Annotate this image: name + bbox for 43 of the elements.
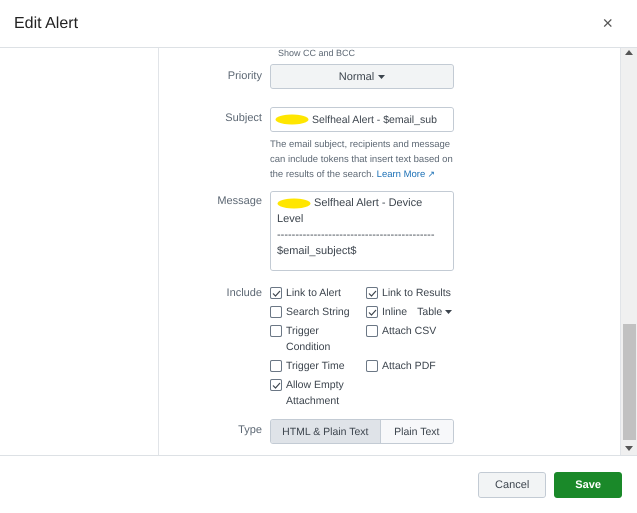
- priority-dropdown[interactable]: Normal: [270, 64, 454, 89]
- checkbox[interactable]: [366, 287, 378, 299]
- type-toggle[interactable]: Plain Text: [380, 420, 453, 443]
- checkbox[interactable]: [366, 325, 378, 337]
- checkbox[interactable]: [270, 325, 282, 337]
- option-label: Trigger Condition: [286, 324, 332, 355]
- field-label: Include: [226, 286, 263, 299]
- caret-icon: [445, 310, 452, 314]
- field-label: Priority: [226, 69, 263, 82]
- subject-input[interactable]: Selfheal Alert - $email_sub: [270, 107, 454, 132]
- option-label: Attach CSV: [382, 324, 436, 339]
- checkbox[interactable]: [270, 287, 282, 299]
- close-button[interactable]: ×: [598, 13, 617, 34]
- option-label: Link to Results: [382, 286, 451, 301]
- option-label: Inline: [382, 305, 408, 320]
- caret-icon: [378, 74, 386, 78]
- message-textarea[interactable]: Selfheal Alert - Device Level ------------------------------------------- $email_subject$: [270, 191, 454, 271]
- learn-more-link[interactable]: Learn More: [376, 169, 426, 180]
- cancel-button[interactable]: Cancel: [478, 472, 546, 498]
- cut-off-text: Show CC and BCC: [278, 48, 356, 58]
- option-label: Allow Empty Attachment: [286, 378, 345, 409]
- checkbox[interactable]: [366, 306, 378, 318]
- scrollbar[interactable]: [621, 48, 637, 455]
- scroll-down-icon[interactable]: [625, 446, 633, 451]
- scroll-thumb[interactable]: [622, 324, 636, 440]
- checkbox[interactable]: [270, 306, 282, 318]
- field-label: Subject: [224, 111, 263, 124]
- checkbox[interactable]: [270, 360, 282, 372]
- format-dropdown[interactable]: Table: [411, 304, 452, 320]
- external-link-icon: ↗: [427, 169, 436, 179]
- option-label: Search String: [286, 305, 350, 320]
- type-toggle[interactable]: HTML & Plain Text: [271, 420, 380, 443]
- field-label: Type: [237, 423, 263, 436]
- field-label: Message: [216, 194, 263, 207]
- option-label: Link to Alert: [286, 286, 341, 301]
- help-text: The email subject, recipients and message can include tokens that insert text based on the results of the search. Learn More ↗: [270, 138, 454, 182]
- option-label: Attach PDF: [382, 359, 436, 374]
- dialog-title: Edit Alert: [14, 14, 78, 32]
- scroll-up-icon[interactable]: [625, 50, 633, 55]
- checkbox[interactable]: [366, 360, 378, 372]
- checkbox[interactable]: [270, 379, 282, 391]
- save-button[interactable]: Save: [554, 472, 622, 498]
- option-label: Trigger Time: [286, 359, 345, 374]
